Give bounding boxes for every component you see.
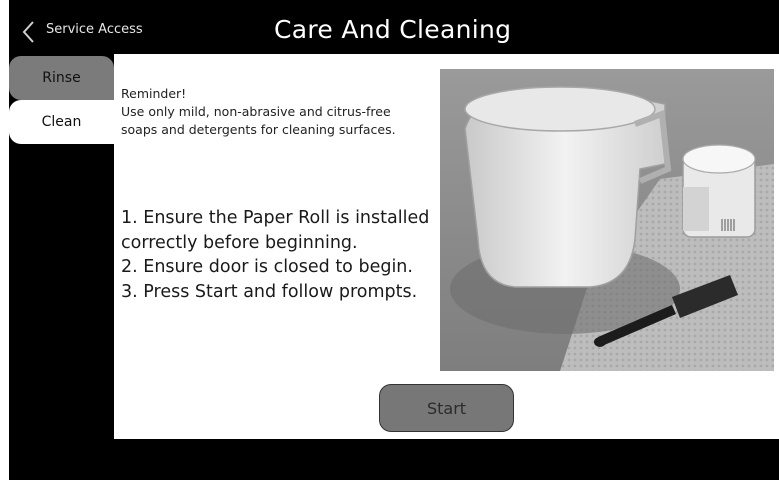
screen: Service Access Care And Cleaning Rinse C…	[9, 0, 779, 480]
step-line: 3. Press Start and follow prompts.	[121, 281, 418, 302]
reminder-text: Reminder! Use only mild, non-abrasive an…	[121, 85, 441, 139]
tab-rinse-label: Rinse	[42, 70, 81, 86]
tab-clean[interactable]: Clean	[9, 100, 114, 144]
back-button-label[interactable]: Service Access	[46, 20, 143, 40]
start-button[interactable]: Start	[379, 384, 514, 432]
start-button-label: Start	[426, 398, 467, 418]
step-line: correctly before beginning.	[121, 232, 358, 253]
cleaning-supplies-photo	[440, 69, 774, 371]
reminder-line: Use only mild, non-abrasive and citrus-f…	[121, 104, 391, 119]
page-title: Care And Cleaning	[274, 15, 512, 44]
reminder-line: soaps and detergents for cleaning surfac…	[121, 122, 396, 137]
tab-clean-label: Clean	[41, 114, 82, 130]
content-panel: Reminder! Use only mild, non-abrasive an…	[114, 54, 779, 439]
tab-rinse[interactable]: Rinse	[9, 56, 114, 100]
chevron-left-icon[interactable]	[19, 20, 39, 44]
reminder-heading: Reminder!	[121, 86, 187, 101]
step-line: 2. Ensure door is closed to begin.	[121, 257, 413, 277]
step-line: 1. Ensure the Paper Roll is installed	[121, 208, 430, 228]
instruction-steps: 1. Ensure the Paper Roll is installed co…	[121, 206, 441, 304]
